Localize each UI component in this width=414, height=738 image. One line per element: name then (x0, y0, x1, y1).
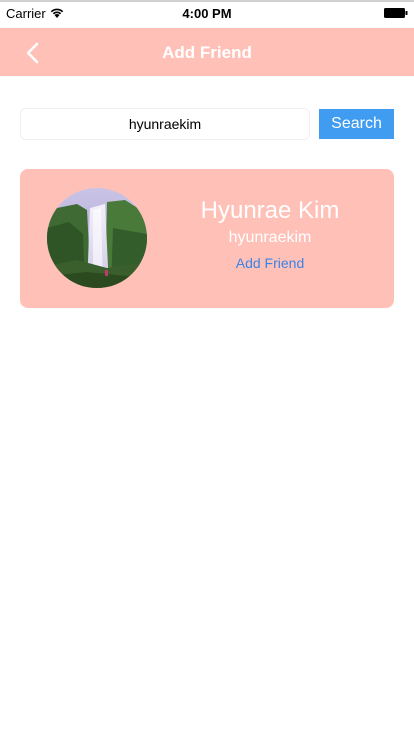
search-input[interactable] (20, 108, 310, 140)
battery-icon (384, 8, 408, 18)
search-bar: Search (20, 108, 394, 140)
avatar-image (47, 188, 147, 288)
user-info: Hyunrae Kim hyunraekim Add Friend (180, 197, 360, 273)
page-title: Add Friend (162, 43, 252, 62)
status-time: 4:00 PM (182, 6, 232, 21)
search-button[interactable]: Search (319, 109, 394, 139)
user-name: Hyunrae Kim (200, 197, 340, 224)
add-friend-button[interactable]: Add Friend (236, 255, 304, 271)
avatar (47, 188, 147, 288)
user-result-card: Hyunrae Kim hyunraekim Add Friend (20, 169, 394, 308)
navigation-bar: Add Friend (0, 28, 414, 76)
add-friend-screen: Carrier 4:00 PM Add Friend Search (0, 0, 414, 738)
status-bar: Carrier 4:00 PM (0, 0, 414, 28)
user-handle: hyunraekim (228, 229, 312, 246)
